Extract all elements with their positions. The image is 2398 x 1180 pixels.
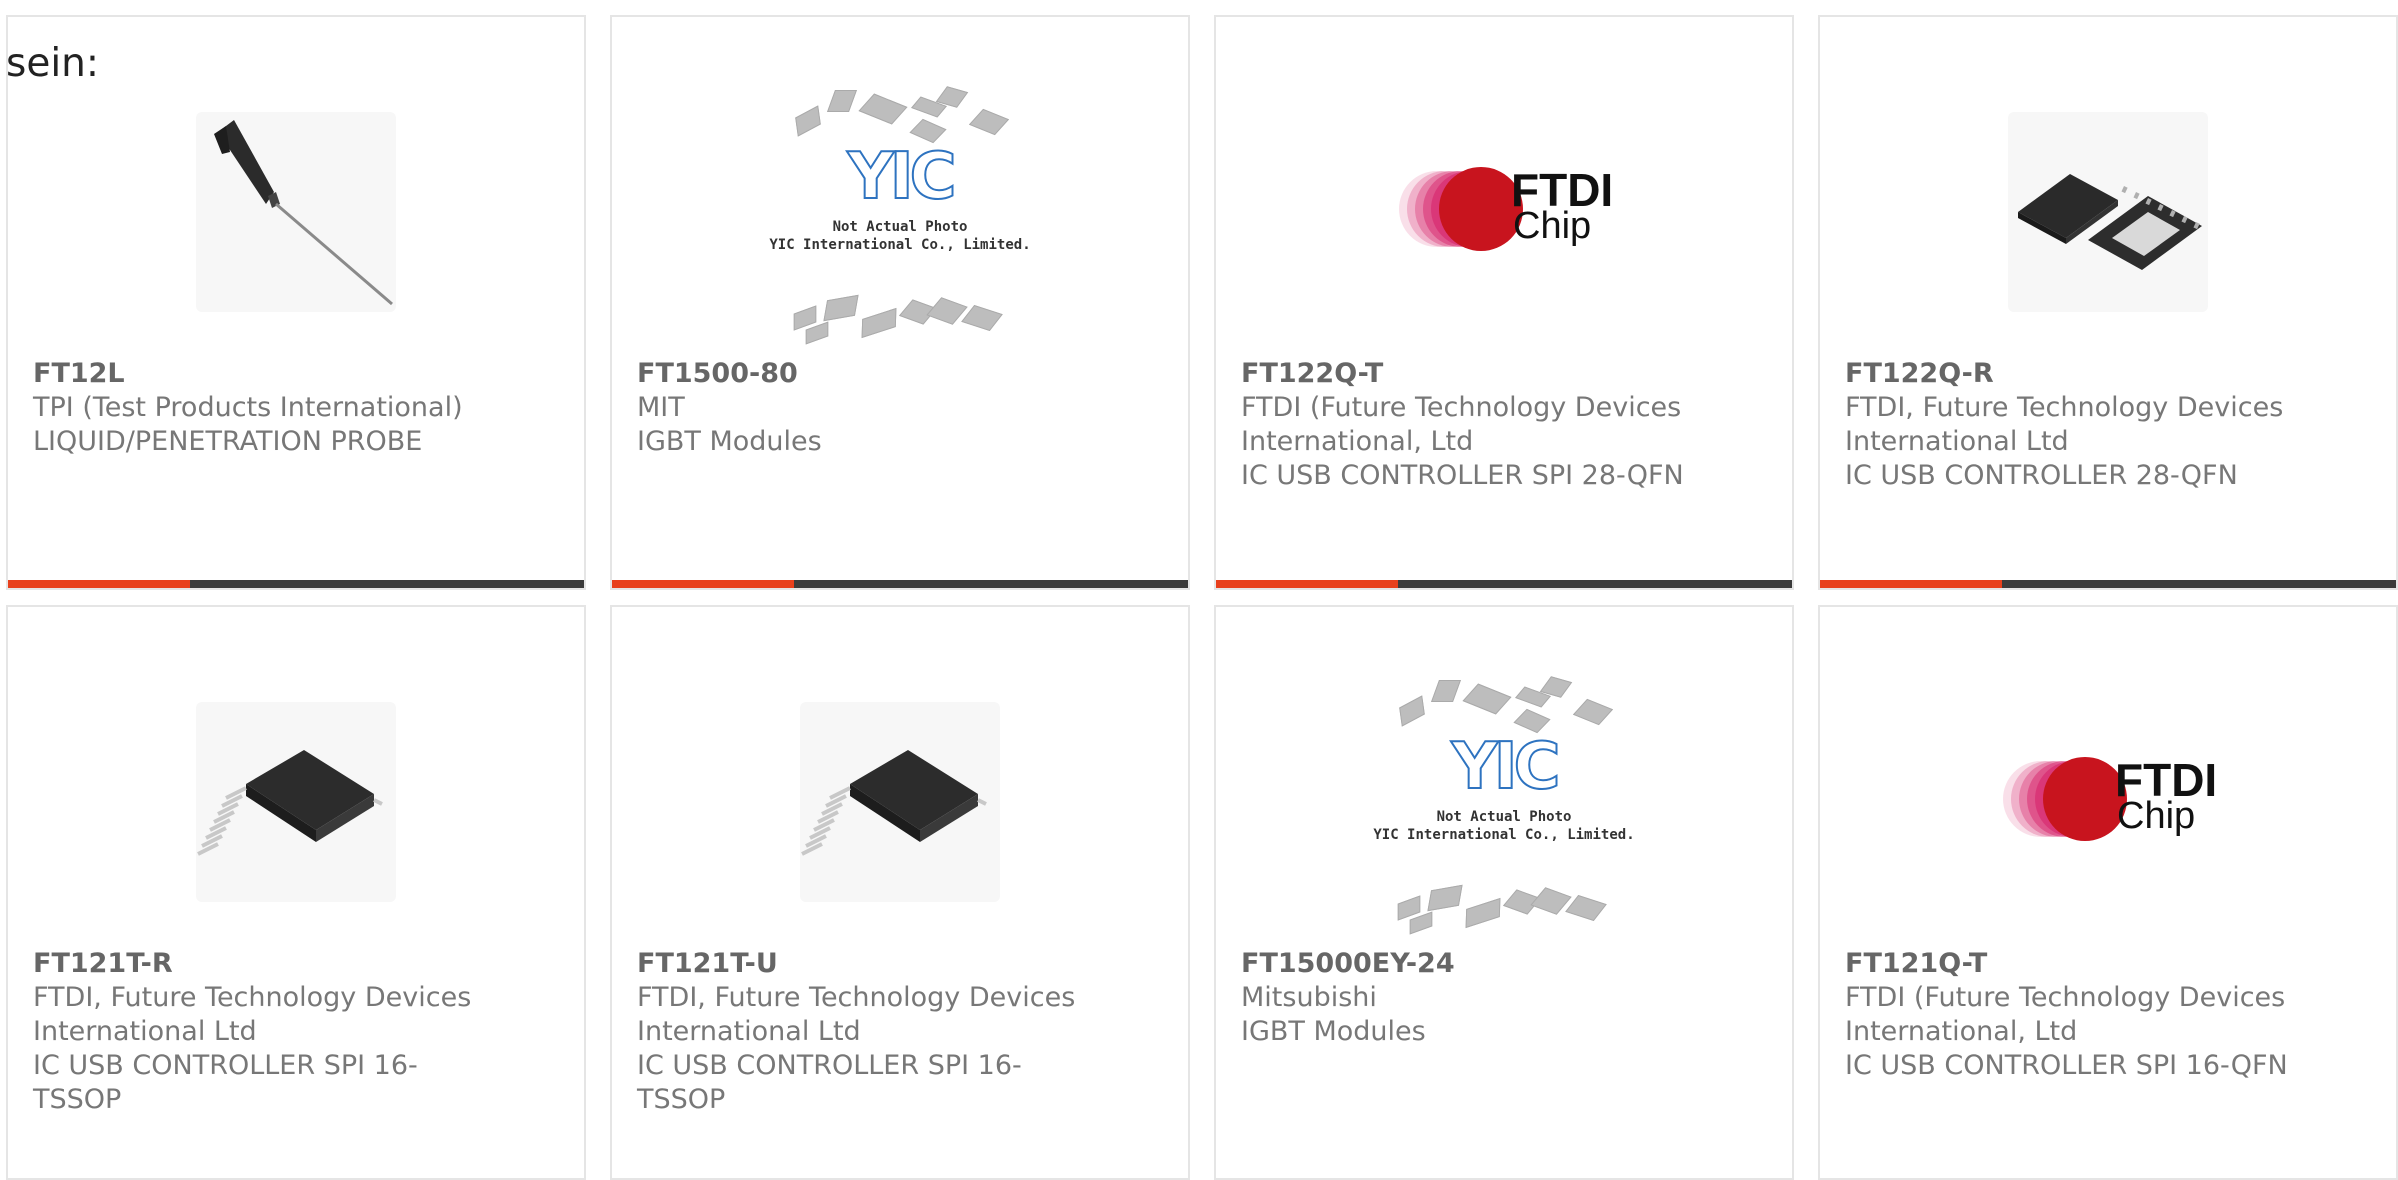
part-number-link[interactable]: FT12L — [33, 357, 494, 391]
manufacturer-text: FTDI, Future Technology Devices Internat… — [33, 982, 472, 1047]
product-card[interactable]: FT121T-U FTDI, Future Technology Devices… — [610, 605, 1190, 1180]
ftdi-logo-image: FTDI Chip — [1399, 164, 1613, 257]
chip-thumbnail-icon — [1572, 698, 1614, 726]
chip-thumbnail-icon — [795, 105, 821, 137]
product-info: FT122Q-R FTDI, Future Technology Devices… — [1845, 357, 2306, 493]
ftdi-logo-image: FTDI Chip — [2003, 754, 2217, 847]
chip-thumbnail-icon — [823, 294, 859, 322]
description-text: IC USB CONTROLLER SPI 16-QFN — [1845, 1050, 2288, 1081]
manufacturer-text: FTDI (Future Technology Devices Internat… — [1845, 982, 2286, 1047]
qfn-chip-image — [2008, 112, 2208, 312]
chip-thumbnail-icon — [861, 307, 897, 339]
card-accent-highlight — [612, 580, 794, 588]
product-card[interactable]: FTDI Chip FT121Q-T FTDI (Future Technolo… — [1818, 605, 2398, 1180]
description-text: IC USB CONTROLLER SPI 16-TSSOP — [33, 1050, 418, 1115]
product-card[interactable]: FTDI Chip FT122Q-T FTDI (Future Technolo… — [1214, 15, 1794, 590]
chip-thumbnail-icon — [961, 304, 1003, 332]
part-number-link[interactable]: FT15000EY-24 — [1241, 947, 1702, 981]
description-text: IGBT Modules — [1241, 1016, 1426, 1047]
yic-logo: YIC — [846, 140, 957, 214]
product-info: FT15000EY-24 Mitsubishi IGBT Modules — [1241, 947, 1702, 1049]
manufacturer-text: Mitsubishi — [1241, 982, 1377, 1013]
product-card[interactable]: FT122Q-R FTDI, Future Technology Devices… — [1818, 15, 2398, 590]
product-image[interactable] — [1820, 67, 2396, 357]
product-card[interactable]: YIC Not Actual Photo YIC International Co… — [1214, 605, 1794, 1180]
manufacturer-text: FTDI (Future Technology Devices Internat… — [1241, 392, 1682, 457]
probe-image — [196, 112, 396, 312]
part-number-link[interactable]: FT121T-R — [33, 947, 494, 981]
card-accent-highlight — [8, 580, 190, 588]
chip-thumbnail-icon — [1427, 884, 1463, 912]
tssop-chip-image — [196, 702, 396, 902]
description-text: LIQUID/PENETRATION PROBE — [33, 426, 423, 457]
card-accent-highlight — [1216, 580, 1398, 588]
intro-text: sein: — [6, 41, 100, 86]
ftdi-logo-subtext: Chip — [2117, 795, 2196, 837]
product-info: FT12L TPI (Test Products International) … — [33, 357, 494, 459]
card-accent-highlight — [1820, 580, 2002, 588]
chip-thumbnail-icon — [968, 108, 1010, 136]
chip-thumbnail-icon — [826, 90, 858, 112]
description-text: IC USB CONTROLLER 28-QFN — [1845, 460, 2238, 491]
chip-thumbnail-icon — [1465, 897, 1501, 929]
ftdi-logo-subtext: Chip — [1513, 205, 1592, 247]
card-accent-bar — [1820, 580, 2396, 588]
chip-thumbnail-icon — [1430, 680, 1462, 702]
chip-thumbnail-icon — [1565, 894, 1607, 922]
product-info: FT121T-R FTDI, Future Technology Devices… — [33, 947, 494, 1117]
part-number-link[interactable]: FT121Q-T — [1845, 947, 2306, 981]
description-text: IC USB CONTROLLER SPI 16-TSSOP — [637, 1050, 1022, 1115]
product-card[interactable]: YIC Not Actual Photo YIC International Co… — [610, 15, 1190, 590]
manufacturer-text: FTDI, Future Technology Devices Internat… — [637, 982, 1076, 1047]
chip-thumbnail-icon — [1462, 683, 1512, 715]
part-number-link[interactable]: FT121T-U — [637, 947, 1098, 981]
chip-thumbnail-icon — [858, 93, 908, 125]
card-accent-bar — [612, 580, 1188, 588]
product-card[interactable]: FT12L TPI (Test Products International) … — [6, 15, 586, 590]
description-text: IGBT Modules — [637, 426, 822, 457]
product-image[interactable] — [8, 67, 584, 357]
manufacturer-text: FTDI, Future Technology Devices Internat… — [1845, 392, 2284, 457]
product-image[interactable] — [612, 657, 1188, 947]
product-image[interactable] — [8, 657, 584, 947]
manufacturer-text: MIT — [637, 392, 685, 423]
card-accent-bar — [1216, 580, 1792, 588]
product-image[interactable]: YIC Not Actual Photo YIC International Co… — [612, 67, 1188, 357]
yic-placeholder-image: YIC Not Actual Photo YIC International Co… — [765, 82, 1035, 345]
product-card[interactable]: FT121T-R FTDI, Future Technology Devices… — [6, 605, 586, 1180]
part-number-link[interactable]: FT122Q-T — [1241, 357, 1702, 391]
manufacturer-text: TPI (Test Products International) — [33, 392, 463, 423]
product-image[interactable]: FTDI Chip — [1216, 67, 1792, 357]
product-image[interactable]: YIC Not Actual Photo YIC International Co… — [1216, 657, 1792, 947]
product-info: FT1500-80 MIT IGBT Modules — [637, 357, 1098, 459]
product-info: FT122Q-T FTDI (Future Technology Devices… — [1241, 357, 1702, 493]
part-number-link[interactable]: FT122Q-R — [1845, 357, 2306, 391]
product-image[interactable]: FTDI Chip — [1820, 657, 2396, 947]
yic-caption: Not Actual Photo YIC International Co., L… — [1373, 809, 1635, 843]
yic-placeholder-image: YIC Not Actual Photo YIC International Co… — [1369, 672, 1639, 935]
product-info: FT121Q-T FTDI (Future Technology Devices… — [1845, 947, 2306, 1083]
chip-thumbnail-icon — [1399, 695, 1425, 727]
tssop-chip-image — [800, 702, 1000, 902]
product-info: FT121T-U FTDI, Future Technology Devices… — [637, 947, 1098, 1117]
yic-caption: Not Actual Photo YIC International Co., L… — [769, 219, 1031, 253]
yic-logo: YIC — [1450, 730, 1561, 804]
card-accent-bar — [8, 580, 584, 588]
description-text: IC USB CONTROLLER SPI 28-QFN — [1241, 460, 1684, 491]
part-number-link[interactable]: FT1500-80 — [637, 357, 1098, 391]
